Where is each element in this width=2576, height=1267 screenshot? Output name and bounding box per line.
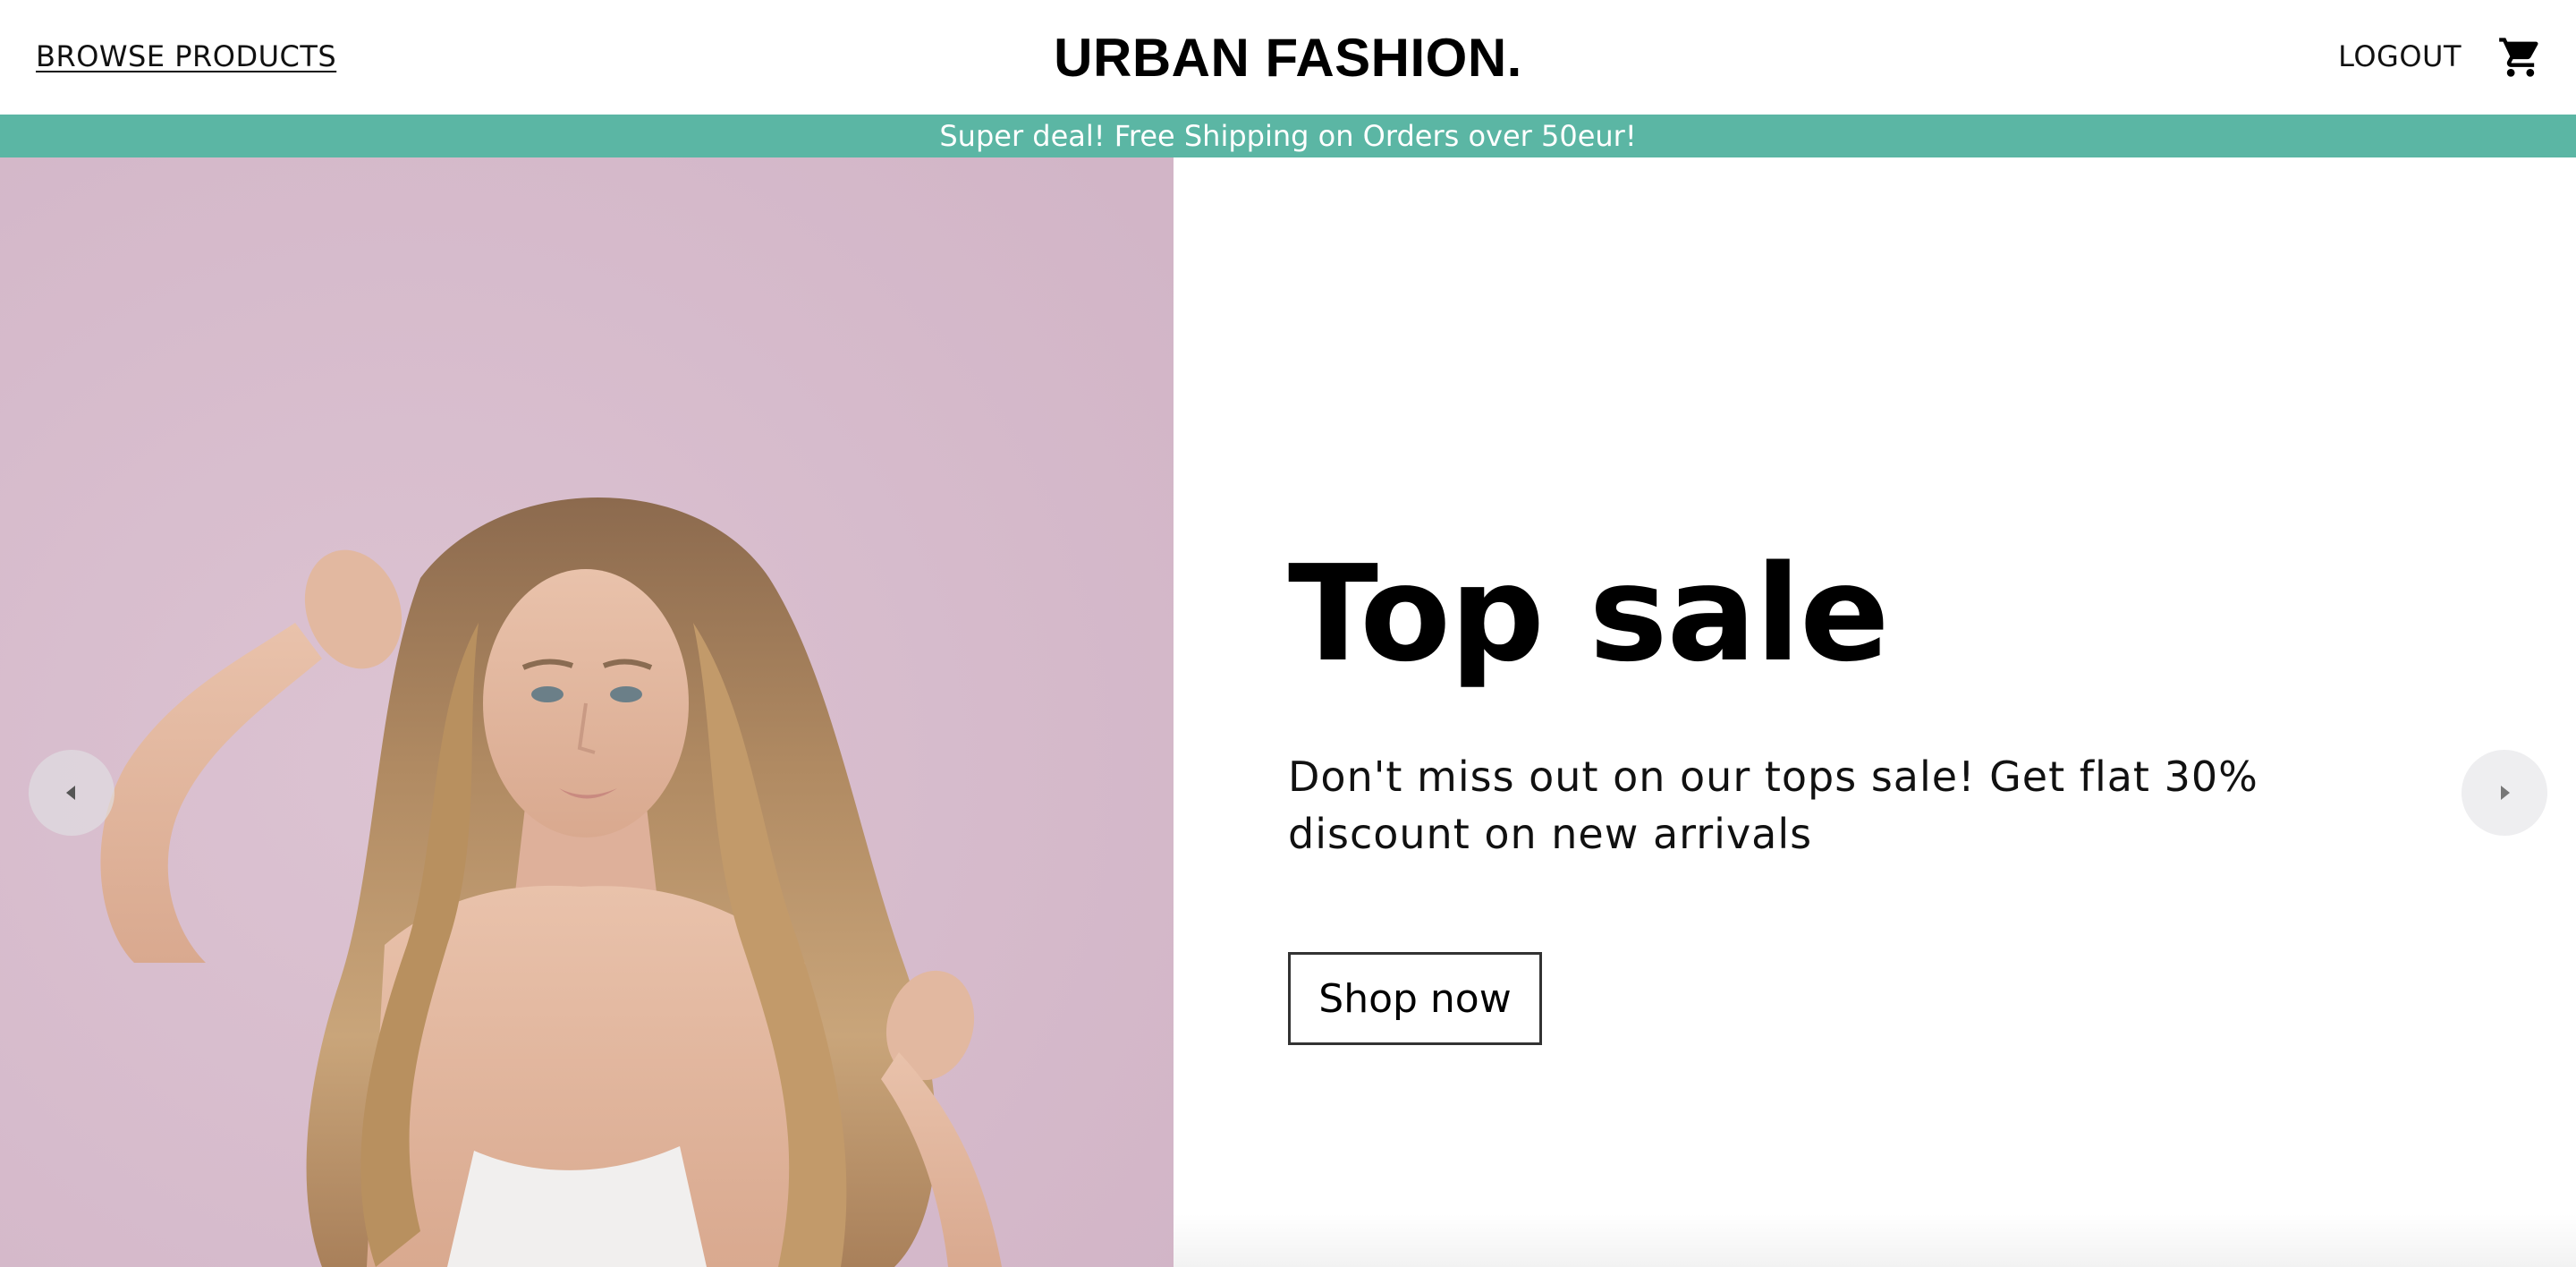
hero-model-image bbox=[0, 157, 1174, 1267]
browse-products-link[interactable]: BROWSE PRODUCTS bbox=[36, 38, 336, 75]
brand-logo: URBAN FASHION. bbox=[1054, 28, 1522, 88]
chevron-right-icon bbox=[2501, 786, 2510, 800]
hero-description: Don't miss out on our tops sale! Get fla… bbox=[1288, 753, 2258, 858]
chevron-left-icon bbox=[66, 786, 75, 800]
promo-banner: Super deal! Free Shipping on Orders over… bbox=[0, 115, 2576, 157]
hero-carousel: Top sale Don't miss out on our tops sale… bbox=[0, 157, 2576, 1267]
carousel-prev-button[interactable] bbox=[29, 750, 114, 836]
shop-now-button[interactable]: Shop now bbox=[1288, 952, 1542, 1045]
shopping-cart-icon[interactable] bbox=[2497, 34, 2544, 81]
hero-divider-shadow bbox=[1174, 1213, 2576, 1267]
carousel-next-button[interactable] bbox=[2462, 750, 2547, 836]
site-header: BROWSE PRODUCTS URBAN FASHION. LOGOUT bbox=[0, 0, 2576, 115]
hero-title: Top sale bbox=[1288, 537, 1890, 691]
logout-link[interactable]: LOGOUT bbox=[2338, 38, 2462, 75]
